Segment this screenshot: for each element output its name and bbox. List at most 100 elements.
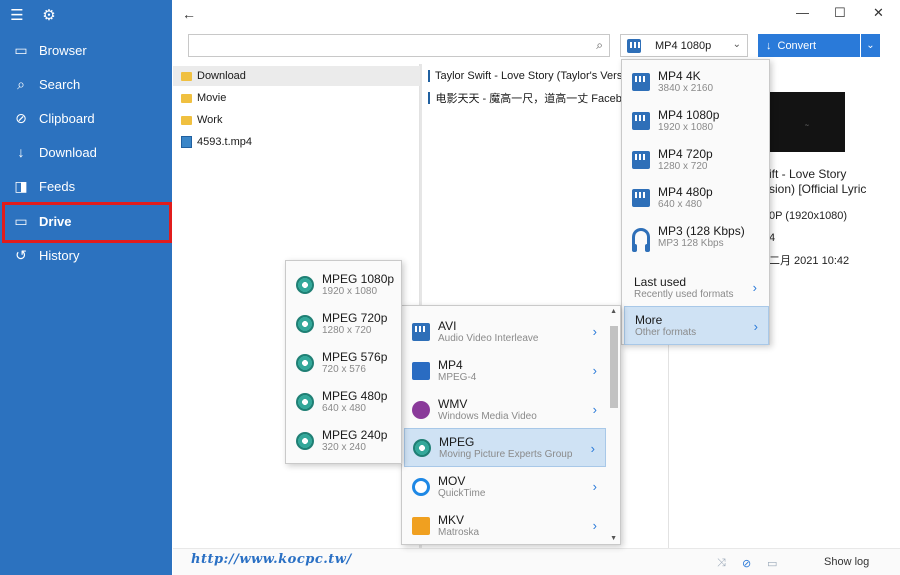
- sidebar-item-feeds[interactable]: ◨ Feeds: [0, 169, 172, 203]
- menu-item-mp4-4k[interactable]: MP4 4K 3840 x 2160: [624, 62, 767, 101]
- scrollbar-thumb[interactable]: [610, 326, 618, 408]
- queue-item-title: 电影天天 - 魔高一尺，道高一丈 Facebo: [435, 93, 628, 105]
- sidebar-item-download[interactable]: ↓ Download: [0, 135, 172, 169]
- menu-item-label: More: [635, 312, 663, 327]
- menu-scrollbar[interactable]: [610, 314, 618, 540]
- search-icon: ⌕: [17, 75, 25, 92]
- file-row[interactable]: 4593.t.mp4: [181, 132, 417, 152]
- close-icon[interactable]: ✕: [873, 5, 884, 21]
- back-arrow-icon[interactable]: ←: [182, 6, 196, 22]
- menu-item-sub: 1920 x 1080: [658, 121, 714, 133]
- menu-item-mpeg-576p[interactable]: MPEG 576p 720 x 576: [288, 343, 399, 382]
- sidebar-item-drive[interactable]: ▭ Drive: [0, 204, 172, 238]
- video-file-icon: [181, 136, 192, 148]
- sidebar-item-browser[interactable]: ▭ Browser: [0, 33, 172, 67]
- menu-item-sub: MPEG-4: [438, 371, 477, 383]
- sidebar-item-label: Browser: [39, 42, 87, 58]
- disc-icon: [296, 314, 314, 333]
- disc-icon: [296, 431, 314, 450]
- status-bar: http://www.kocpc.tw/ ⤨ ⊘ ▭ Show log: [173, 548, 900, 575]
- sidebar-item-label: Feeds: [39, 178, 76, 194]
- chevron-right-icon: ›: [592, 402, 597, 417]
- queue-item[interactable]: 电影天天 - 魔高一尺，道高一丈 Facebo: [428, 88, 628, 108]
- clipboard-icon: ⊘: [15, 109, 27, 126]
- menu-item-sub: 1280 x 720: [658, 160, 708, 172]
- sidebar-item-history[interactable]: ↺ History: [0, 238, 172, 272]
- scroll-up-icon[interactable]: ▲: [610, 308, 617, 315]
- file-name: 4593.t.mp4: [197, 136, 253, 148]
- chevron-right-icon: ›: [592, 479, 597, 494]
- chevron-right-icon: ›: [753, 319, 758, 334]
- menu-item-mp4-720p[interactable]: MP4 720p 1280 x 720: [624, 140, 767, 179]
- show-log-link[interactable]: Show log: [824, 556, 869, 568]
- menu-item-mp4[interactable]: MP4 MPEG-4 ›: [404, 351, 607, 390]
- film-icon: [627, 38, 642, 53]
- menu-item-label: MPEG 480p: [322, 388, 388, 403]
- file-name: Work: [197, 114, 223, 126]
- scroll-down-icon[interactable]: ▼: [610, 535, 617, 542]
- gear-icon[interactable]: ⚙: [42, 6, 56, 24]
- menu-item-sub: 1280 x 720: [322, 324, 372, 336]
- search-icon[interactable]: ⌕: [596, 38, 603, 53]
- clipboard-icon[interactable]: ▭: [767, 557, 777, 570]
- file-row[interactable]: Download: [173, 66, 420, 86]
- sidebar-item-label: History: [39, 247, 80, 263]
- menu-item-avi[interactable]: AVI Audio Video Interleave ›: [404, 312, 607, 351]
- menu-item-mpeg-720p[interactable]: MPEG 720p 1280 x 720: [288, 304, 399, 343]
- menu-item-mp4-1080p[interactable]: MP4 1080p 1920 x 1080: [624, 101, 767, 140]
- menu-item-label: MP4 4K: [658, 68, 701, 83]
- convert-button[interactable]: ↓ Convert: [758, 34, 860, 57]
- menu-item-label: WMV: [438, 396, 468, 411]
- menu-item-more[interactable]: More Other formats ›: [624, 306, 769, 345]
- file-name: Movie: [197, 92, 227, 104]
- menu-item-mpeg-1080p[interactable]: MPEG 1080p 1920 x 1080: [288, 265, 399, 304]
- menu-item-label: MP3 (128 Kbps): [658, 223, 745, 238]
- detail-date: 二月 2021 10:42: [769, 255, 850, 267]
- menu-item-mkv[interactable]: MKV Matroska ›: [404, 506, 607, 545]
- menu-item-sub: QuickTime: [438, 487, 486, 499]
- history-icon: ↺: [15, 246, 27, 263]
- sidebar-item-clipboard[interactable]: ⊘ Clipboard: [0, 101, 172, 135]
- hamburger-menu-icon[interactable]: ☰: [10, 6, 24, 24]
- menu-item-sub: 720 x 576: [322, 363, 366, 375]
- search-input[interactable]: ⌕: [188, 34, 610, 57]
- thumbnail-caption: ~: [804, 122, 810, 129]
- menu-item-wmv[interactable]: WMV Windows Media Video ›: [404, 390, 607, 429]
- mpeg-submenu: MPEG 1080p 1920 x 1080 MPEG 720p 1280 x 72…: [285, 260, 402, 464]
- menu-item-label: MP4 720p: [658, 146, 713, 161]
- download-icon: ↓: [17, 144, 25, 160]
- format-select[interactable]: MP4 1080p ⌄: [620, 34, 748, 57]
- menu-item-mp3[interactable]: MP3 (128 Kbps) MP3 128 Kbps: [624, 217, 767, 256]
- menu-item-sub: Recently used formats: [634, 288, 734, 300]
- file-row[interactable]: Work: [181, 110, 417, 130]
- shuffle-icon[interactable]: ⤨: [717, 557, 726, 570]
- queue-item-title: Taylor Swift - Love Story (Taylor's Vers…: [435, 70, 628, 82]
- film-icon: [632, 72, 650, 91]
- film-icon: [632, 188, 650, 207]
- mkv-icon: [412, 516, 430, 535]
- paperclip-icon[interactable]: ⊘: [742, 557, 751, 570]
- file-row[interactable]: Movie: [181, 88, 417, 108]
- menu-item-sub: 640 x 480: [322, 402, 366, 414]
- menu-item-mov[interactable]: MOV QuickTime ›: [404, 467, 607, 506]
- disc-icon: [296, 392, 314, 411]
- menu-item-label: MPEG: [439, 434, 475, 449]
- film-icon: [412, 361, 430, 380]
- video-file-icon: [428, 92, 431, 104]
- menu-item-label: MPEG 720p: [322, 310, 388, 325]
- sidebar-item-search[interactable]: ⌕ Search: [0, 67, 172, 101]
- sidebar-item-label: Search: [39, 76, 81, 92]
- chevron-right-icon: ›: [592, 363, 597, 378]
- menu-item-mpeg-480p[interactable]: MPEG 480p 640 x 480: [288, 382, 399, 421]
- maximize-icon[interactable]: ☐: [834, 5, 846, 21]
- menu-item-mpeg-240p[interactable]: MPEG 240p 320 x 240: [288, 421, 399, 460]
- minimize-icon[interactable]: —: [796, 5, 809, 20]
- menu-item-mpeg[interactable]: MPEG Moving Picture Experts Group ›: [404, 428, 606, 467]
- menu-item-mp4-480p[interactable]: MP4 480p 640 x 480: [624, 178, 767, 217]
- menu-item-sub: 3840 x 2160: [658, 82, 714, 94]
- convert-dropdown-button[interactable]: ⌄: [861, 34, 880, 57]
- menu-item-sub: 640 x 480: [658, 198, 702, 210]
- queue-item[interactable]: Taylor Swift - Love Story (Taylor's Vers…: [428, 66, 628, 86]
- disc-icon: [296, 353, 314, 372]
- menu-item-last-used[interactable]: Last used Recently used formats ›: [624, 268, 767, 307]
